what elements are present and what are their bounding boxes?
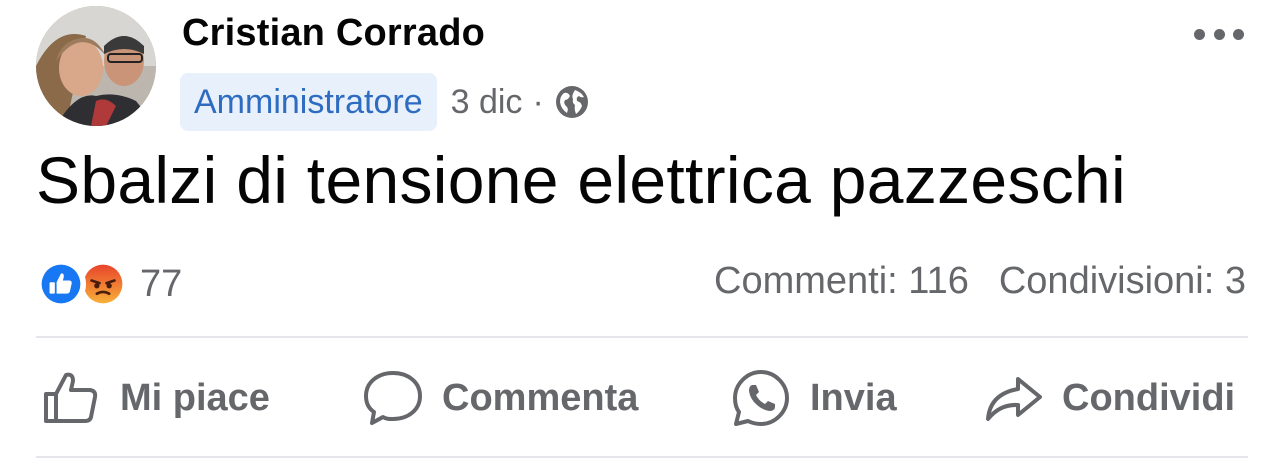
reactions-summary[interactable]: 77 (36, 258, 182, 310)
author-avatar[interactable] (36, 6, 156, 126)
comments-count[interactable]: Commenti: 116 (714, 260, 969, 303)
post-text: Sbalzi di tensione elettrica pazzeschi (36, 143, 1126, 217)
post-date[interactable]: 3 dic (451, 83, 523, 122)
send-button[interactable]: Invia (730, 362, 897, 434)
like-label: Mi piace (120, 376, 270, 419)
avatar-photo (36, 6, 156, 126)
more-dot (1213, 28, 1225, 40)
action-bar: Mi piace Commenta Invia Condividi (36, 362, 1248, 434)
author-name[interactable]: Cristian Corrado (182, 12, 485, 55)
meta-separator: · (532, 82, 544, 121)
role-badge: Amministratore (180, 73, 437, 131)
globe-icon (555, 86, 588, 118)
speech-bubble-icon (364, 371, 422, 425)
comment-label: Commenta (442, 376, 639, 419)
thumbs-up-icon (44, 372, 98, 423)
comment-button[interactable]: Commenta (362, 362, 638, 434)
like-reaction-icon (36, 259, 86, 309)
share-label: Condividi (1062, 376, 1236, 419)
send-label: Invia (810, 376, 897, 419)
more-dot (1194, 28, 1205, 40)
divider (36, 456, 1248, 458)
like-button[interactable]: Mi piace (40, 362, 270, 434)
post-meta: Amministratore 3 dic · (180, 73, 590, 131)
share-button[interactable]: Condividi (982, 362, 1235, 434)
shares-count[interactable]: Condivisioni: 3 (999, 260, 1246, 303)
post-stats: Commenti: 116 Condivisioni: 3 (714, 260, 1246, 303)
more-dot (1233, 28, 1244, 40)
share-arrow-icon (986, 377, 1042, 421)
more-options-icon[interactable] (1194, 22, 1244, 46)
divider (36, 336, 1248, 338)
whatsapp-icon (733, 370, 789, 426)
reaction-count: 77 (140, 262, 183, 305)
